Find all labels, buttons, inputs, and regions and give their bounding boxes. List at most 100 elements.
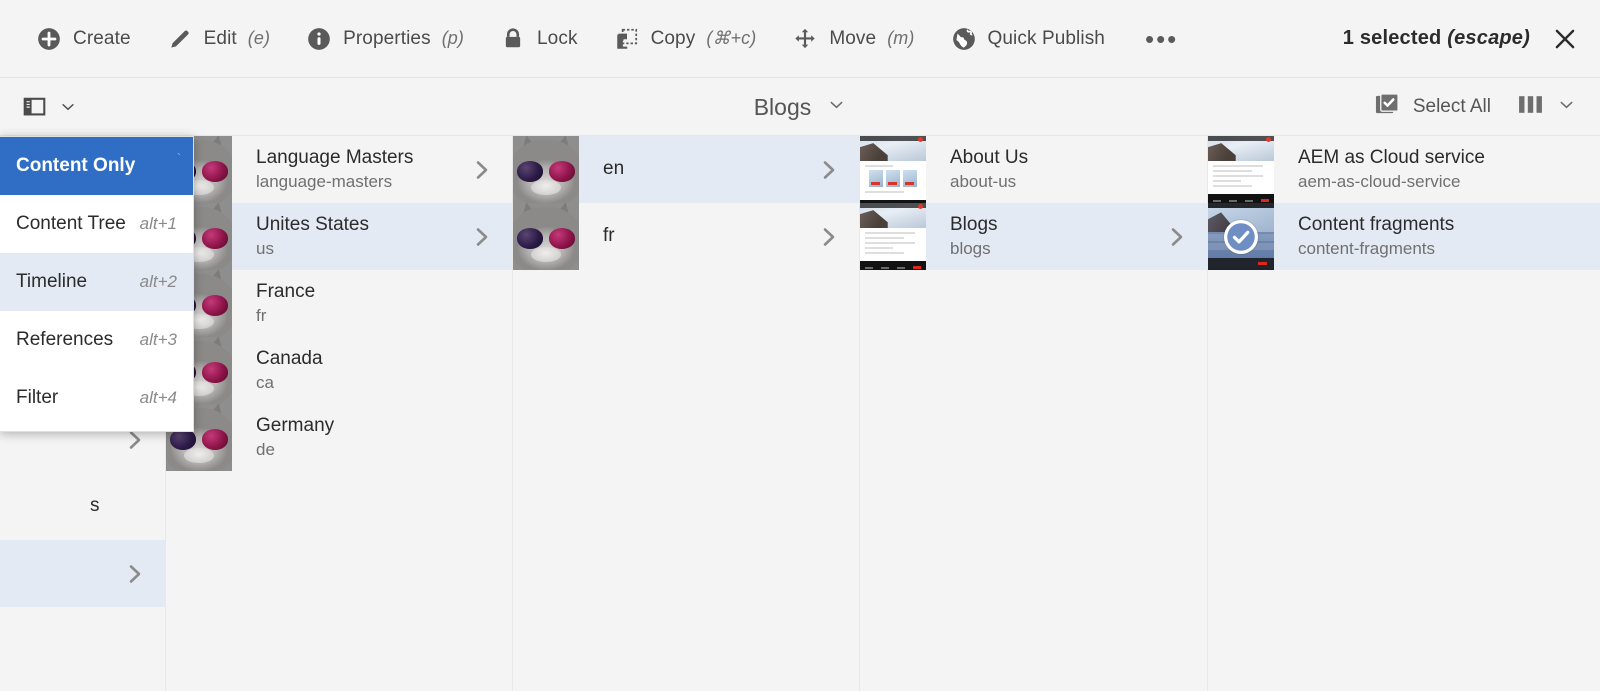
rail-selector-button[interactable] [22, 94, 77, 119]
row-title: About Us [950, 146, 1029, 168]
chevron-right-icon[interactable] [811, 158, 845, 182]
menu-item-shortcut: alt+2 [139, 272, 177, 291]
more-actions-button[interactable]: ••• [1123, 26, 1200, 52]
column-view-icon [1517, 93, 1544, 121]
row-title: AEM as Cloud service [1298, 146, 1485, 168]
table-row[interactable]: Germany de [166, 404, 512, 471]
row-title: s [90, 494, 100, 516]
row-text: AEM as Cloud service aem-as-cloud-servic… [1274, 146, 1552, 194]
table-row[interactable]: s [0, 473, 165, 540]
selection-count-text: 1 selected [1342, 27, 1442, 49]
table-row[interactable]: AEM as Cloud service aem-as-cloud-servic… [1208, 136, 1600, 203]
menu-item-filter[interactable]: Filter alt+4 [0, 369, 193, 427]
row-title: fr [603, 226, 615, 247]
chevron-right-icon[interactable] [117, 562, 151, 586]
selected-check-icon [1224, 219, 1258, 254]
table-row[interactable]: Unites States us [166, 203, 512, 270]
properties-shortcut: (p) [441, 28, 465, 48]
rail-panel-icon [22, 94, 47, 119]
column-3: en fr [513, 136, 860, 691]
row-subtitle: ca [256, 373, 274, 393]
row-thumbnail [513, 136, 579, 203]
menu-item-content-tree[interactable]: Content Tree alt+1 [0, 195, 193, 253]
globe-icon [951, 26, 977, 52]
rail-selector-menu: Content Only ` Content Tree alt+1 Timeli… [0, 136, 194, 432]
row-thumbnail [860, 203, 926, 270]
row-text: s [66, 494, 117, 520]
chevron-right-icon[interactable] [1159, 225, 1193, 249]
create-label: Create [73, 27, 131, 49]
row-thumbnail [513, 203, 579, 270]
row-title: Unites States [256, 213, 369, 235]
edit-button[interactable]: Edit (e) [149, 20, 288, 58]
table-row[interactable] [0, 540, 165, 607]
table-row[interactable]: Canada ca [166, 337, 512, 404]
row-title: Canada [256, 347, 323, 369]
row-subtitle: aem-as-cloud-service [1298, 172, 1461, 192]
lock-label: Lock [537, 27, 578, 49]
copy-button[interactable]: Copy (⌘+c) [596, 20, 775, 58]
row-title: France [256, 280, 316, 302]
move-button[interactable]: Move (m) [774, 20, 932, 58]
menu-item-label: References [16, 329, 114, 350]
row-thumbnail [1208, 203, 1274, 270]
row-thumbnail [0, 473, 66, 540]
row-text: fr [579, 226, 811, 247]
pencil-icon [167, 26, 193, 52]
table-row[interactable]: en [513, 136, 859, 203]
selection-status-group: 1 selected (escape) [1343, 26, 1600, 52]
menu-item-content-only[interactable]: Content Only ` [0, 137, 193, 195]
select-all-label: Select All [1412, 95, 1491, 117]
quick-publish-button[interactable]: Quick Publish [933, 20, 1123, 58]
table-row[interactable]: fr [513, 203, 859, 270]
page-title[interactable]: Blogs [754, 94, 812, 121]
table-row[interactable]: Content fragments content-fragments [1208, 203, 1600, 270]
view-header-bar: Blogs Select All [0, 78, 1600, 136]
menu-item-label: Content Tree [16, 213, 126, 234]
row-text: Language Masters language-masters [232, 146, 464, 194]
view-switcher-chevron-down-icon [1557, 95, 1576, 119]
checkbox-checked-icon [1375, 92, 1400, 122]
menu-item-timeline[interactable]: Timeline alt+2 [0, 253, 193, 311]
edit-label: Edit [203, 27, 237, 49]
column-4: About Us about-us Blogs blogs [860, 136, 1208, 691]
chevron-right-icon[interactable] [464, 225, 498, 249]
table-row[interactable]: France fr [166, 270, 512, 337]
table-row[interactable]: Language Masters language-masters [166, 136, 512, 203]
menu-item-shortcut: alt+3 [139, 330, 177, 349]
create-button[interactable]: Create [18, 20, 149, 58]
table-row[interactable]: About Us about-us [860, 136, 1207, 203]
row-subtitle: us [256, 239, 274, 259]
row-title: Content fragments [1298, 213, 1455, 235]
selection-escape-hint: (escape) [1447, 27, 1530, 49]
row-text: France fr [232, 280, 464, 328]
chevron-right-icon[interactable] [811, 225, 845, 249]
add-circle-icon [36, 26, 62, 52]
chevron-right-icon[interactable] [464, 158, 498, 182]
properties-label: Properties [343, 27, 431, 49]
row-text [66, 439, 117, 441]
menu-item-label: Content Only [16, 155, 136, 176]
move-shortcut: (m) [887, 28, 915, 48]
selection-count: 1 selected (escape) [1343, 27, 1530, 50]
properties-button[interactable]: Properties (p) [288, 20, 482, 58]
view-switcher-button[interactable] [1517, 93, 1576, 121]
menu-item-shortcut: alt+1 [139, 214, 177, 233]
menu-item-shortcut: alt+4 [139, 388, 177, 407]
select-all-button[interactable]: Select All [1375, 92, 1491, 122]
close-icon[interactable] [1552, 26, 1578, 52]
breadcrumb-chevron-down-icon[interactable] [827, 95, 846, 119]
table-row[interactable]: Blogs blogs [860, 203, 1207, 270]
menu-item-references[interactable]: References alt+3 [0, 311, 193, 369]
row-text: Unites States us [232, 213, 464, 261]
view-header-actions: Select All [1375, 92, 1600, 122]
selection-action-bar: Create Edit (e) Properties (p) Lock Copy… [0, 0, 1600, 78]
lock-button[interactable]: Lock [482, 20, 596, 58]
column-browser: s Language Masters language-masters Unit… [0, 136, 1600, 691]
breadcrumb: Blogs [0, 78, 1600, 136]
quick-publish-label: Quick Publish [987, 27, 1105, 49]
row-title: Language Masters [256, 146, 414, 168]
copy-label: Copy [650, 27, 696, 49]
copy-shortcut: (⌘+c) [706, 28, 757, 48]
column-5: AEM as Cloud service aem-as-cloud-servic… [1208, 136, 1600, 691]
